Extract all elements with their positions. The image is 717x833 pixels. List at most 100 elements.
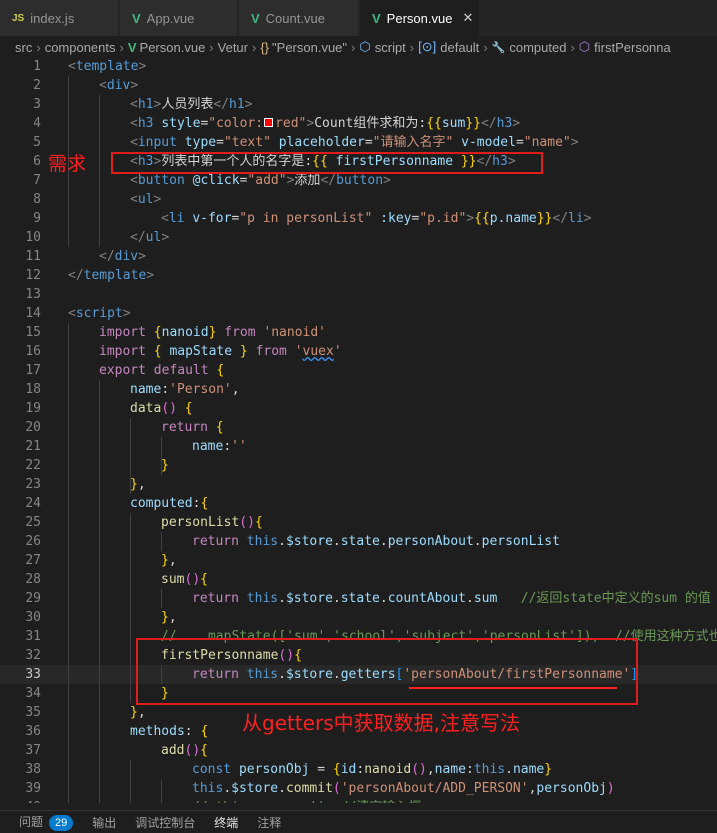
tab-person-vue[interactable]: V Person.vue ✕ (360, 0, 480, 36)
chevron-right-icon: › (409, 39, 415, 55)
code-text: }, (161, 553, 177, 568)
breadcrumb-item-module[interactable]: "Person.vue" (272, 40, 347, 55)
code-line[interactable]: 39 this.$store.commit('personAbout/ADD_PE… (0, 779, 717, 798)
chevron-right-icon: › (570, 39, 575, 55)
code-line[interactable]: 22} (0, 456, 717, 475)
tab-comments[interactable]: 注释 (257, 814, 281, 831)
code-line[interactable]: 29 return this.$store.state.countAbout.su… (0, 589, 717, 608)
code-text: </ul> (130, 230, 170, 245)
tab-label: Person.vue (386, 10, 453, 26)
panel-tab-bar: 问题 29 输出 调试控制台 终端 注释 (0, 810, 717, 833)
code-line[interactable]: 23}, (0, 475, 717, 494)
getters-note: 从getters中获取数据,注意写法 (242, 711, 520, 735)
chevron-right-icon: › (119, 39, 124, 55)
breadcrumb-item-computed[interactable]: computed (509, 40, 566, 55)
chevron-right-icon: › (483, 39, 488, 55)
line-number: 15 (25, 325, 41, 340)
code-line[interactable]: 28 sum(){ (0, 570, 717, 589)
code-text: }, (130, 705, 146, 720)
module-icon: ⬡ (359, 39, 371, 54)
code-text: <ul> (130, 192, 162, 207)
code-line[interactable]: 18 name:'Person', (0, 380, 717, 399)
requirement-label: 需求 (48, 153, 87, 175)
breadcrumb-item-method[interactable]: firstPersonna (594, 40, 671, 55)
line-number: 12 (25, 268, 41, 283)
code-line[interactable]: 4 <h3 style="color: red">Count组件求和为:{{sum}… (0, 114, 717, 133)
tab-output[interactable]: 输出 (92, 814, 116, 831)
code-text: return { (161, 420, 224, 435)
line-number: 35 (25, 705, 41, 720)
code-line[interactable]: 20 return { (0, 418, 717, 437)
code-line[interactable]: 25 personList(){ (0, 513, 717, 532)
tab-problems[interactable]: 问题 29 (19, 813, 74, 831)
tab-label: Count.vue (265, 10, 325, 26)
code-line[interactable]: 27}, (0, 551, 717, 570)
code-line[interactable]: 1 <template> (0, 57, 717, 76)
line-number: 7 (33, 173, 41, 188)
code-line[interactable]: 14 <script> (0, 304, 717, 323)
code-line[interactable]: 12 </template> (0, 266, 717, 285)
code-line[interactable]: 24 computed:{ (0, 494, 717, 513)
line-number: 23 (25, 477, 41, 492)
code-line[interactable]: 26 return this.$store.state.personAbout.p… (0, 532, 717, 551)
line-number: 32 (25, 648, 41, 663)
object-icon: {} (260, 39, 270, 55)
code-line[interactable]: 30}, (0, 608, 717, 627)
code-text: name:'Person', (130, 382, 240, 397)
code-editor[interactable]: 1 <template> 2 <div> 3 <h1>人员列表</h1> 4 <h3 styl… (0, 57, 717, 803)
line-number: 11 (25, 249, 41, 264)
code-line[interactable]: 21 name:'' (0, 437, 717, 456)
code-line[interactable]: 37 add(){ (0, 741, 717, 760)
code-line[interactable]: 15 import {nanoid} from 'nanoid' (0, 323, 717, 342)
code-text: import { mapState } from 'vuex' (99, 344, 342, 359)
breadcrumb-item-script[interactable]: script (375, 40, 406, 55)
code-line[interactable]: 19 data() { (0, 399, 717, 418)
method-icon: ⬡ (578, 39, 591, 54)
code-line[interactable]: 11 </div> (0, 247, 717, 266)
line-number: 2 (33, 78, 41, 93)
vue-file-icon: V (127, 39, 137, 55)
code-line[interactable]: 5 <input type="text" placeholder="请输入名字" … (0, 133, 717, 152)
code-line[interactable]: 9 <li v-for="p in personList" :key="p.id"… (0, 209, 717, 228)
code-text: add(){ (161, 743, 208, 758)
line-number: 8 (33, 192, 41, 207)
code-text: }, (130, 477, 146, 492)
line-number: 4 (33, 116, 41, 131)
code-line[interactable]: 10 </ul> (0, 228, 717, 247)
line-number: 36 (25, 724, 41, 739)
code-line[interactable]: 3 <h1>人员列表</h1> (0, 95, 717, 114)
line-number: 28 (25, 572, 41, 587)
code-line[interactable]: 38 const personObj = {id:nanoid(),name:th… (0, 760, 717, 779)
close-tab-icon[interactable]: ✕ (462, 10, 473, 26)
tab-index-js[interactable]: JS index.js (0, 0, 119, 36)
tab-debug-console[interactable]: 调试控制台 (135, 814, 195, 831)
vue-file-icon: V (251, 10, 260, 26)
wrench-icon: 🔧 (491, 41, 506, 54)
line-number: 9 (33, 211, 41, 226)
line-number: 38 (25, 762, 41, 777)
code-line[interactable]: 2 <div> (0, 76, 717, 95)
line-number: 29 (25, 591, 41, 606)
tab-terminal[interactable]: 终端 (214, 814, 238, 831)
breadcrumb-item-src[interactable]: src (15, 40, 32, 55)
code-line[interactable]: 17 export default { (0, 361, 717, 380)
code-line[interactable]: 16 import { mapState } from 'vuex' (0, 342, 717, 361)
breadcrumb-item-file[interactable]: Person.vue (140, 40, 206, 55)
code-line[interactable]: 40 // this.name = '' //清空输入框 (0, 798, 717, 803)
line-number: 27 (25, 553, 41, 568)
code-text: sum(){ (161, 572, 208, 587)
code-text: // this.name = '' //清空输入框 (192, 798, 421, 803)
line-number: 20 (25, 420, 41, 435)
tab-count-vue[interactable]: V Count.vue (239, 0, 359, 36)
code-line[interactable]: 13 (0, 285, 717, 304)
vue-file-icon: V (372, 10, 381, 26)
breadcrumb-item-components[interactable]: components (45, 40, 116, 55)
breadcrumb-item-default[interactable]: default (440, 40, 479, 55)
code-text: import {nanoid} from 'nanoid' (99, 325, 327, 340)
line-number: 37 (25, 743, 41, 758)
code-line[interactable]: 8 <ul> (0, 190, 717, 209)
breadcrumb-item-vetur[interactable]: Vetur (218, 40, 248, 55)
tab-app-vue[interactable]: V App.vue (120, 0, 238, 36)
line-number: 40 (0, 798, 41, 803)
line-number: 6 (33, 154, 41, 169)
